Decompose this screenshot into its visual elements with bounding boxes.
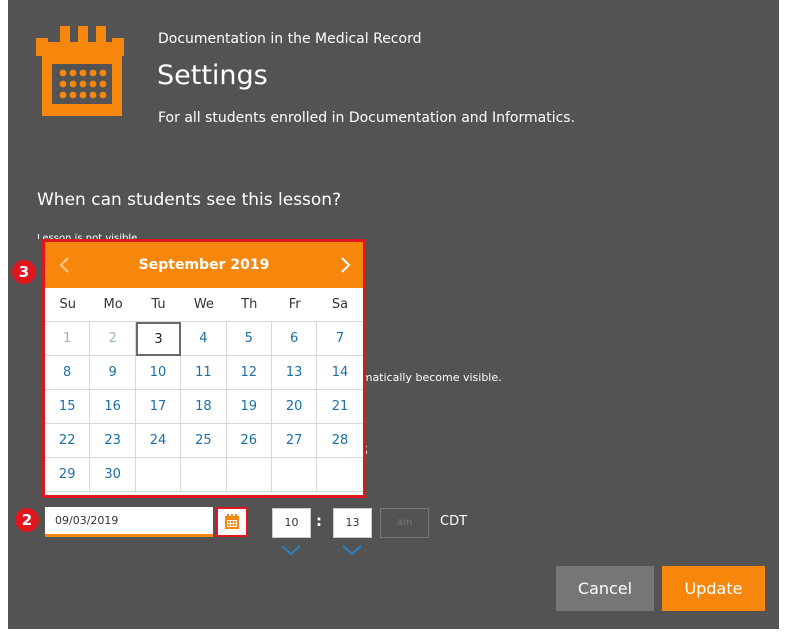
weekday-label: Tu	[135, 288, 182, 322]
calendar-day[interactable]: 26	[226, 424, 272, 458]
calendar-icon	[225, 514, 239, 529]
empty-day-cell	[271, 458, 318, 492]
timezone-label: CDT	[440, 514, 468, 529]
calendar-day[interactable]: 23	[90, 424, 136, 458]
calendar-day[interactable]: 7	[317, 322, 363, 356]
empty-day-cell	[317, 458, 363, 492]
calendar-day[interactable]: 8	[45, 356, 91, 390]
calendar-day[interactable]: 25	[181, 424, 227, 458]
calendar-day[interactable]: 30	[90, 458, 136, 492]
cancel-button[interactable]: Cancel	[556, 566, 654, 611]
date-field[interactable]	[45, 507, 213, 537]
weekday-label: Mo	[90, 288, 136, 322]
calendar-day[interactable]: 24	[135, 424, 182, 458]
calendar-day[interactable]: 28	[317, 424, 363, 458]
calendar-day[interactable]: 18	[181, 390, 227, 424]
time-separator: :	[316, 512, 322, 530]
visibility-question: When can students see this lesson?	[37, 190, 342, 210]
empty-day-cell	[181, 458, 227, 492]
calendar-header: September 2019	[45, 242, 363, 288]
callout-badge: 3	[12, 260, 36, 284]
calendar-day[interactable]: 4	[181, 322, 227, 356]
weekday-row: Su Mo Tu We Th Fr Sa	[45, 288, 363, 322]
calendar-day[interactable]: 3	[135, 322, 182, 356]
course-subtitle: Documentation in the Medical Record	[158, 31, 422, 47]
chevron-left-icon[interactable]	[55, 255, 75, 275]
weekday-label: Fr	[271, 288, 318, 322]
callout-badge: 2	[15, 508, 39, 532]
hour-input[interactable]: 10	[272, 508, 311, 538]
hour-chevron-down-icon[interactable]	[279, 543, 303, 557]
calendar-day[interactable]: 16	[90, 390, 136, 424]
calendar-day[interactable]: 19	[226, 390, 272, 424]
week-row: 22 23 24 25 26 27 28	[45, 424, 363, 458]
calendar-month-label: September 2019	[138, 257, 270, 273]
page-title: Settings	[157, 60, 268, 91]
chevron-right-icon[interactable]	[335, 255, 355, 275]
weekday-label: Th	[226, 288, 272, 322]
page-description: For all students enrolled in Documentati…	[158, 110, 576, 126]
week-row: 8 9 10 11 12 13 14	[45, 356, 363, 390]
calendar-day[interactable]: 17	[135, 390, 182, 424]
calendar-day[interactable]: 12	[226, 356, 272, 390]
minute-input[interactable]: 13	[333, 508, 372, 538]
calendar-button[interactable]	[216, 507, 248, 537]
weekday-label: Sa	[317, 288, 363, 322]
week-row: 1234567	[45, 322, 363, 356]
calendar-day: 2	[90, 322, 136, 356]
week-row: 29 30	[45, 458, 363, 492]
calendar-day[interactable]: 20	[271, 390, 318, 424]
calendar-day[interactable]: 5	[226, 322, 272, 356]
visibility-helper-fragment: omatically become visible.	[355, 371, 502, 384]
empty-day-cell	[135, 458, 182, 492]
calendar-day[interactable]: 22	[45, 424, 91, 458]
calendar-day[interactable]: 21	[317, 390, 363, 424]
ampm-toggle[interactable]: am	[380, 508, 429, 538]
calendar-day[interactable]: 13	[271, 356, 318, 390]
calendar-day[interactable]: 6	[271, 322, 318, 356]
empty-day-cell	[226, 458, 272, 492]
calendar-logo-icon	[36, 26, 124, 116]
calendar-day[interactable]: 14	[317, 356, 363, 390]
weekday-label: We	[181, 288, 227, 322]
calendar-day: 1	[45, 322, 91, 356]
minute-chevron-down-icon[interactable]	[340, 543, 364, 557]
calendar-day[interactable]: 15	[45, 390, 91, 424]
calendar-day[interactable]: 29	[45, 458, 91, 492]
calendar-day[interactable]: 27	[271, 424, 318, 458]
update-button[interactable]: Update	[662, 566, 765, 611]
calendar-day[interactable]: 10	[135, 356, 182, 390]
visibility-option-label: Lesson is not visible	[37, 233, 138, 239]
weekday-label: Su	[45, 288, 91, 322]
week-row: 15 16 17 18 19 20 21	[45, 390, 363, 424]
calendar-day[interactable]: 11	[181, 356, 227, 390]
calendar-grid: Su Mo Tu We Th Fr Sa 1 2 3 4 5 6 7 8 9 10 11 12 13 14 15 16 17 1…	[45, 288, 363, 492]
calendar-day[interactable]: 9	[90, 356, 136, 390]
date-picker-popup: September 2019 Su Mo Tu We Th Fr Sa 1 2 3 4 5 6 7 8 9 10…	[42, 239, 366, 498]
